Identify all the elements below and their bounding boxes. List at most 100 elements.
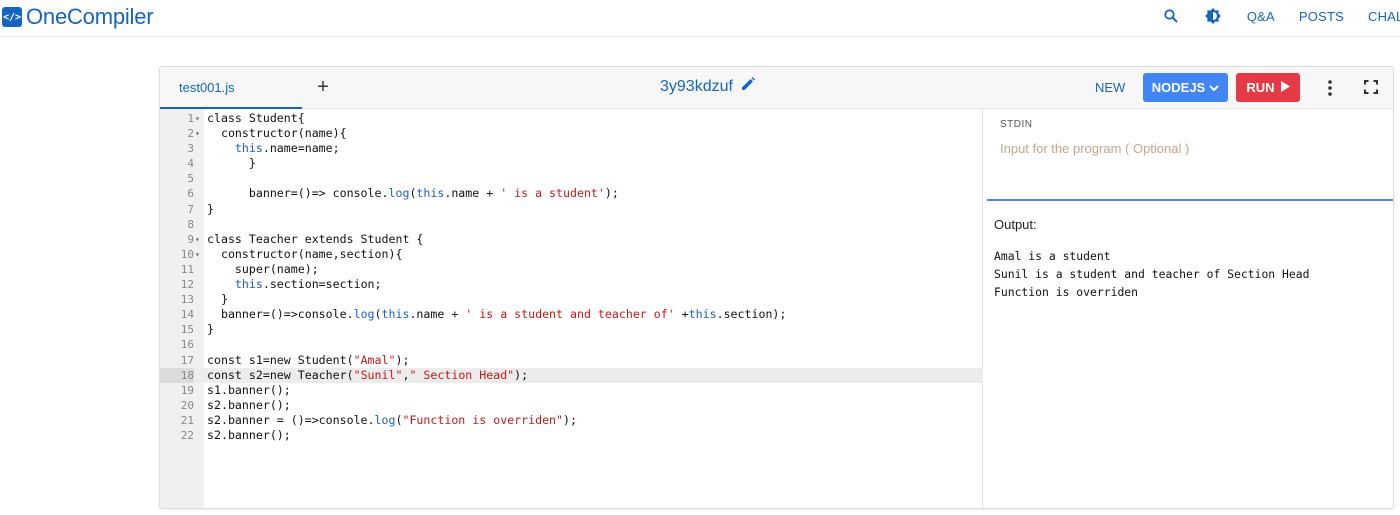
brand-logo-icon: </>	[2, 7, 22, 27]
line-number: 12	[180, 278, 194, 292]
code-line[interactable]: 22 s2.banner();	[160, 428, 983, 443]
language-select-button[interactable]: NODEJS	[1143, 73, 1228, 102]
line-number: 3	[187, 142, 194, 156]
stdin-input[interactable]	[1000, 141, 1380, 156]
output-label: Output:	[994, 217, 1037, 232]
code-text: s2.banner();	[207, 397, 291, 412]
edit-pencil-icon[interactable]	[741, 77, 755, 96]
code-text: banner=()=> console.log(this.name + ' is…	[207, 186, 619, 201]
code-line[interactable]: 1 ▾ class Student{	[160, 111, 983, 126]
stdin-label: STDIN	[1000, 119, 1033, 130]
chevron-down-icon	[1209, 80, 1219, 95]
nav-link-posts[interactable]: POSTS	[1299, 9, 1344, 24]
code-text: s2.banner();	[207, 427, 291, 442]
language-label: NODEJS	[1151, 80, 1206, 95]
line-number: 6	[187, 187, 194, 201]
code-text: }	[207, 201, 214, 216]
nav-menu: Q&A POSTS CHALLENGES	[1163, 0, 1400, 32]
stdin-panel: STDIN	[987, 109, 1393, 201]
line-number: 8	[187, 217, 194, 231]
line-number: 17	[180, 353, 194, 367]
line-number: 20	[180, 398, 194, 412]
tab-file[interactable]: test001.js	[160, 67, 302, 109]
code-line[interactable]: 4 }	[160, 156, 983, 171]
code-line[interactable]: 21 s2.banner = ()=>console.log("Function …	[160, 413, 983, 428]
code-line[interactable]: 20 s2.banner();	[160, 398, 983, 413]
code-line[interactable]: 17 const s1=new Student("Amal");	[160, 353, 983, 368]
fold-toggle-icon[interactable]: ▾	[195, 111, 203, 126]
output-text: Amal is a student Sunil is a student and…	[994, 249, 1310, 299]
line-number: 18	[160, 367, 194, 383]
top-navbar: </> OneCompiler Q&A POSTS CHALLENGES	[0, 0, 1400, 37]
code-text: class Teacher extends Student {	[207, 231, 424, 246]
brand-name: OneCompiler	[26, 4, 154, 29]
search-icon[interactable]	[1163, 8, 1179, 24]
line-number: 14	[180, 308, 194, 322]
code-text: const s2=new Teacher("Sunil"," Section H…	[207, 367, 529, 382]
code-text: banner=()=>console.log(this.name + ' is …	[207, 307, 787, 322]
line-number: 21	[180, 413, 194, 427]
line-number: 22	[180, 428, 194, 442]
run-button[interactable]: RUN	[1236, 73, 1300, 102]
code-text: s2.banner = ()=>console.log("Function is…	[207, 412, 577, 427]
code-line[interactable]: 10 ▾ constructor(name,section){	[160, 247, 983, 262]
code-text: this.name=name;	[234, 141, 340, 156]
code-line[interactable]: 2 ▾ constructor(name){	[160, 126, 983, 141]
code-line[interactable]: 8	[160, 217, 983, 232]
code-text: const s1=new Student("Amal");	[207, 352, 410, 367]
nav-link-challenges[interactable]: CHALLENGES	[1368, 9, 1400, 24]
file-id-text: 3y93kdzuf	[660, 77, 733, 95]
code-text: }	[207, 156, 256, 171]
code-text: constructor(name,section){	[207, 246, 403, 261]
code-text: class Student{	[207, 111, 305, 125]
new-button[interactable]: NEW	[1095, 80, 1125, 95]
editor-card: test001.js + 3y93kdzuf NEW NODEJS RUN 1 …	[159, 66, 1394, 509]
code-text: this.section=section;	[234, 277, 382, 292]
editor-toolbar: test001.js + 3y93kdzuf NEW NODEJS RUN	[160, 67, 1393, 109]
fold-toggle-icon[interactable]: ▾	[195, 126, 203, 141]
code-text: super(name);	[207, 261, 319, 276]
line-number: 4	[187, 157, 194, 171]
theme-toggle-icon[interactable]	[1204, 8, 1221, 24]
line-number: 19	[180, 383, 194, 397]
line-number: 16	[180, 338, 194, 352]
brand[interactable]: </> OneCompiler	[2, 4, 154, 30]
code-line[interactable]: 19 s1.banner();	[160, 383, 983, 398]
line-number: 15	[180, 323, 194, 337]
code-line[interactable]: 13 }	[160, 292, 983, 307]
fullscreen-icon[interactable]	[1364, 80, 1380, 96]
code-line[interactable]: 11 super(name);	[160, 262, 983, 277]
code-line[interactable]: 6 banner=()=> console.log(this.name + ' …	[160, 186, 983, 201]
fold-toggle-icon[interactable]: ▾	[195, 247, 203, 262]
code-text: s1.banner();	[207, 382, 291, 397]
code-line[interactable]: 18 const s2=new Teacher("Sunil"," Section…	[160, 367, 983, 383]
more-options-icon[interactable]	[1323, 79, 1337, 97]
output-panel: Output: Amal is a student Sunil is a stu…	[987, 203, 1393, 508]
line-number: 9	[187, 232, 194, 246]
line-number: 5	[187, 172, 194, 186]
code-text: }	[207, 322, 214, 337]
line-number: 7	[187, 202, 194, 216]
code-line[interactable]: 15}	[160, 322, 983, 337]
fold-toggle-icon[interactable]: ▾	[195, 232, 203, 247]
line-number: 1	[187, 112, 194, 125]
code-line[interactable]: 3 this.name=name;	[160, 141, 983, 156]
code-line[interactable]: 12 this.section=section;	[160, 277, 983, 292]
code-line[interactable]: 7}	[160, 202, 983, 217]
code-editor[interactable]: 1 ▾ class Student{2 ▾ constructor(name){3 t…	[160, 109, 983, 508]
line-number: 10	[180, 247, 194, 261]
code-line[interactable]: 14 banner=()=>console.log(this.name + ' …	[160, 307, 983, 322]
file-id-title[interactable]: 3y93kdzuf	[660, 77, 755, 96]
code-line[interactable]: 5	[160, 171, 983, 186]
code-lines[interactable]: 1 ▾ class Student{2 ▾ constructor(name){3 t…	[160, 111, 983, 443]
code-line[interactable]: 9 ▾ class Teacher extends Student {	[160, 232, 983, 247]
code-line[interactable]: 16	[160, 337, 983, 352]
nav-link-qa[interactable]: Q&A	[1247, 9, 1275, 24]
line-number: 13	[180, 293, 194, 307]
add-tab-button[interactable]: +	[314, 77, 332, 97]
run-label: RUN	[1246, 80, 1275, 95]
code-text: constructor(name){	[207, 126, 347, 141]
play-icon	[1280, 80, 1290, 95]
line-number: 2	[187, 127, 194, 141]
code-text: }	[207, 292, 228, 307]
